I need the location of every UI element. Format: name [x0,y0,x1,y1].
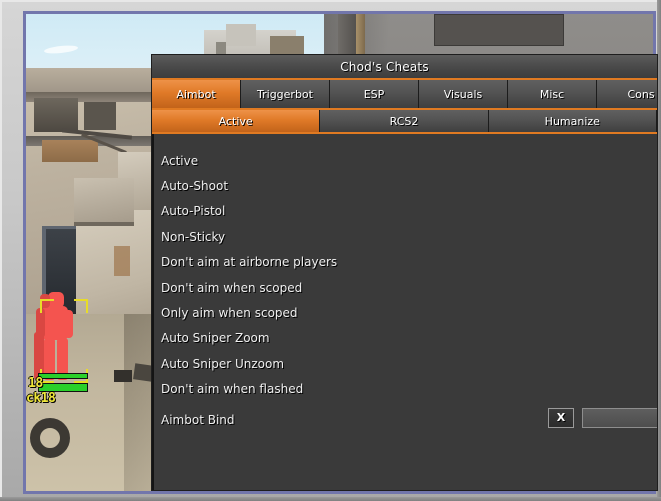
esp-player-label-1: 18 [28,376,43,391]
option-row-auto-shoot[interactable]: Auto-Shoot [154,173,657,198]
esp-chams-player [34,292,82,384]
esp-health-bar-fill [39,384,87,391]
option-row-aimbot-bind: Aimbot Bind X [154,407,657,432]
option-label: Only aim when scoped [161,306,298,321]
aimbot-bind-input[interactable] [582,407,657,428]
option-label: Non-Sticky [161,229,226,244]
option-label: Auto-Pistol [161,204,226,219]
option-row-active[interactable]: Active [154,148,657,173]
building-sign [114,246,130,276]
option-label: Auto Sniper Unzoom [161,356,285,371]
distant-building-top [226,24,256,46]
menu-title-bar[interactable]: Chod's Cheats [152,55,657,80]
esp-player-label-2: ck18 [26,391,56,406]
subtab-active[interactable]: Active [152,110,321,132]
building-window-2 [84,102,116,130]
window-frame-bevel-left [0,0,2,501]
tab-triggerbot[interactable]: Triggerbot [241,80,330,108]
tab-visuals[interactable]: Visuals [419,80,508,108]
aimbot-bind-label: Aimbot Bind [161,412,235,427]
sub-tab-bar: Active RCS2 Humanize [152,108,657,134]
subtab-rcs2[interactable]: RCS2 [320,110,489,132]
option-row-no-aim-scoped[interactable]: Don't aim when scoped [154,275,657,300]
rock-wall-panel [434,14,564,46]
option-row-auto-sniper-zoom[interactable]: Auto Sniper Zoom [154,326,657,351]
menu-options-list: Active Auto-Shoot Auto-Pistol Non-Sticky… [152,134,657,490]
menu-title-text: Chod's Cheats [340,59,429,74]
building-block [74,178,134,226]
subtab-humanize[interactable]: Humanize [488,110,657,132]
option-label: Don't aim when flashed [161,382,304,397]
building-brown-panel [42,140,98,162]
window-frame-bevel-top [0,0,661,2]
debris-block [114,370,132,382]
option-row-no-aim-flashed[interactable]: Don't aim when flashed [154,377,657,402]
option-row-non-sticky[interactable]: Non-Sticky [154,224,657,249]
option-label: Don't aim when scoped [161,280,303,295]
option-row-auto-pistol[interactable]: Auto-Pistol [154,199,657,224]
option-label: Don't aim at airborne players [161,255,338,270]
cheat-menu-panel: Chod's Cheats Aimbot Triggerbot ESP Visu… [151,54,658,491]
building-window [34,98,78,132]
window-frame-shadow-bottom [0,497,661,501]
tab-aimbot[interactable]: Aimbot [152,80,241,108]
tab-console[interactable]: Cons [597,80,657,108]
main-tab-bar: Aimbot Triggerbot ESP Visuals Misc Cons [152,80,657,108]
option-row-no-airborne[interactable]: Don't aim at airborne players [154,250,657,275]
option-label: Auto Sniper Zoom [161,331,270,346]
application-window: 18 ck18 Chod's Cheats Aimbot Triggerbot … [0,0,661,501]
tire-prop [30,418,70,458]
option-row-auto-sniper-unzoom[interactable]: Auto Sniper Unzoom [154,351,657,376]
clear-bind-button[interactable]: X [548,407,574,428]
option-label: Auto-Shoot [161,179,229,194]
option-label: Active [161,153,199,168]
tab-esp[interactable]: ESP [330,80,419,108]
tab-misc[interactable]: Misc [508,80,597,108]
aimbot-bind-controls: X [548,407,657,428]
option-row-only-aim-scoped[interactable]: Only aim when scoped [154,300,657,325]
esp-health-bar-fill-upper [39,374,87,378]
